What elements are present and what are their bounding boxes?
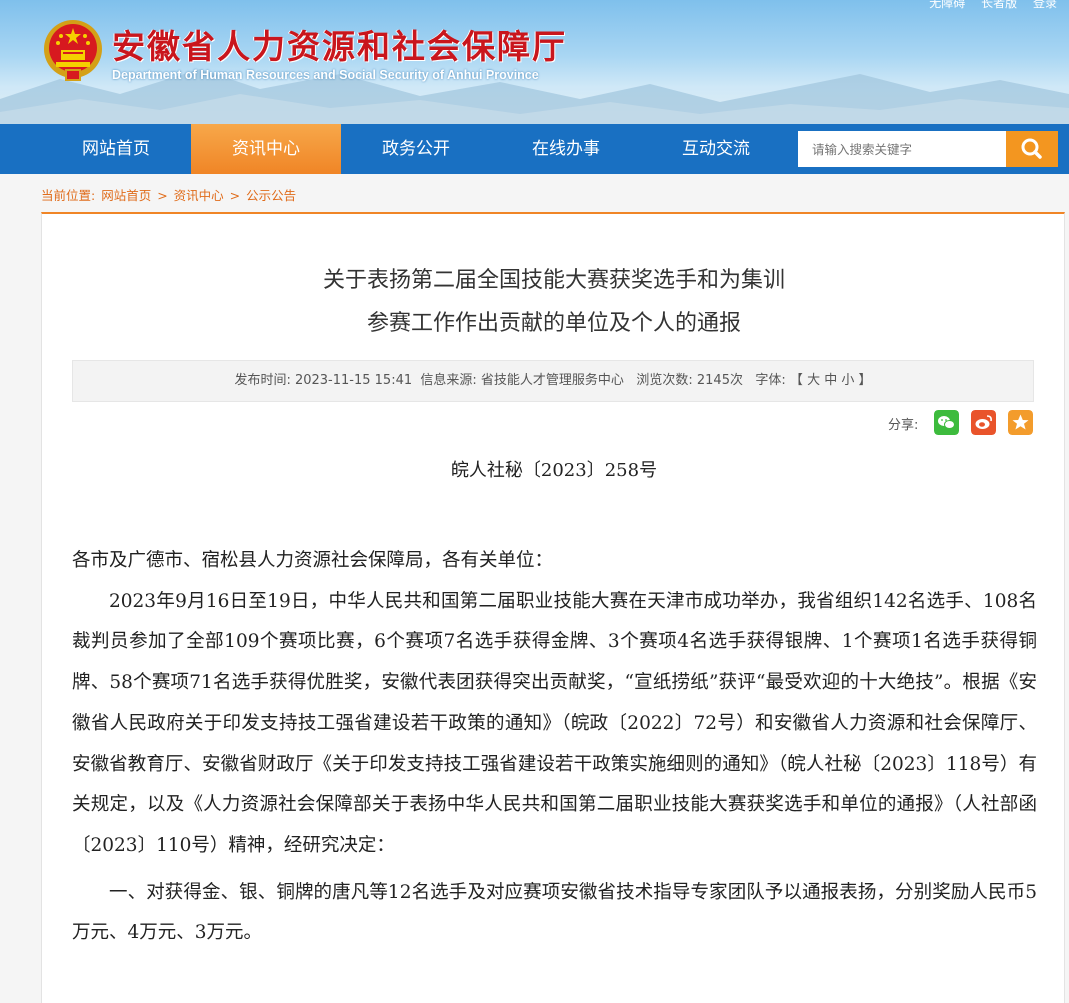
nav-item-home[interactable]: 网站首页	[41, 124, 191, 174]
breadcrumb-separator: >	[157, 188, 168, 203]
national-emblem-icon	[44, 20, 102, 81]
nav-item-interaction[interactable]: 互动交流	[641, 124, 791, 174]
article-body: 各市及广德市、宿松县人力资源社会保障局，各有关单位： 2023年9月16日至19…	[72, 541, 1037, 954]
nav-item-gov-affairs[interactable]: 政务公开	[341, 124, 491, 174]
font-size-small-button[interactable]: 小	[841, 373, 854, 388]
breadcrumb-announcements[interactable]: 公示公告	[246, 188, 296, 203]
font-size-label: 字体:	[755, 373, 786, 388]
login-link[interactable]: 登录	[1033, 0, 1057, 10]
breadcrumb-home[interactable]: 网站首页	[101, 188, 151, 203]
publish-time-label: 发布时间:	[234, 373, 291, 388]
site-subtitle: Department of Human Resources and Social…	[112, 68, 539, 82]
views-label: 浏览次数:	[636, 373, 693, 388]
paragraph: 2023年9月16日至19日，中华人民共和国第二届职业技能大赛在天津市成功举办，…	[72, 590, 1037, 856]
views-count: 2145次	[696, 373, 743, 388]
favorite-icon[interactable]	[1008, 410, 1033, 435]
site-title: 安徽省人力资源和社会保障厅	[112, 27, 567, 66]
source-label: 信息来源:	[420, 373, 477, 388]
font-size-large-button[interactable]: 大	[807, 373, 820, 388]
search-input[interactable]	[798, 131, 1006, 167]
article-title-line-2: 参赛工作作出贡献的单位及个人的通报	[366, 311, 741, 336]
article-container: 关于表扬第二届全国技能大赛获奖选手和为集训 参赛工作作出贡献的单位及个人的通报 …	[41, 212, 1065, 1003]
source-value: 省技能人才管理服务中心	[480, 373, 624, 388]
document-number: 皖人社秘〔2023〕258号	[450, 460, 658, 481]
salutation: 各市及广德市、宿松县人力资源社会保障局，各有关单位：	[72, 550, 554, 571]
breadcrumb-label: 当前位置:	[41, 188, 96, 203]
nav-item-news-center[interactable]: 资讯中心	[191, 124, 341, 174]
breadcrumb: 当前位置: 网站首页 > 资讯中心 > 公示公告	[41, 185, 298, 204]
breadcrumb-news-center[interactable]: 资讯中心	[174, 188, 224, 203]
article-title-line-1: 关于表扬第二届全国技能大赛获奖选手和为集训	[322, 268, 785, 293]
breadcrumb-separator: >	[229, 188, 241, 203]
nav-item-online-services[interactable]: 在线办事	[491, 124, 641, 174]
share-label: 分享:	[888, 418, 919, 433]
top-links: 无障碍 长者版 登录	[917, 0, 1057, 11]
elder-mode-link[interactable]: 长者版	[981, 0, 1017, 10]
accessibility-link[interactable]: 无障碍	[929, 0, 965, 10]
search-button[interactable]	[1006, 131, 1058, 167]
site-header: 无障碍 长者版 登录 安徽省人力资源和社会保障厅 Department of H…	[0, 0, 1069, 124]
font-size-medium-button[interactable]: 中	[824, 373, 837, 388]
weibo-icon[interactable]	[971, 410, 996, 435]
wechat-icon[interactable]	[934, 410, 959, 435]
search-icon	[1021, 138, 1042, 159]
publish-time: 2023-11-15 15:41	[294, 373, 413, 388]
font-size-bracket-open: 【	[789, 373, 803, 388]
article-meta-bar: 发布时间: 2023-11-15 15:41 信息来源: 省技能人才管理服务中心…	[72, 360, 1034, 402]
paragraph: 一、对获得金、银、铜牌的唐凡等12名选手及对应赛项安徽省技术指导专家团队予以通报…	[72, 881, 1037, 944]
font-size-bracket-close: 】	[858, 373, 872, 388]
